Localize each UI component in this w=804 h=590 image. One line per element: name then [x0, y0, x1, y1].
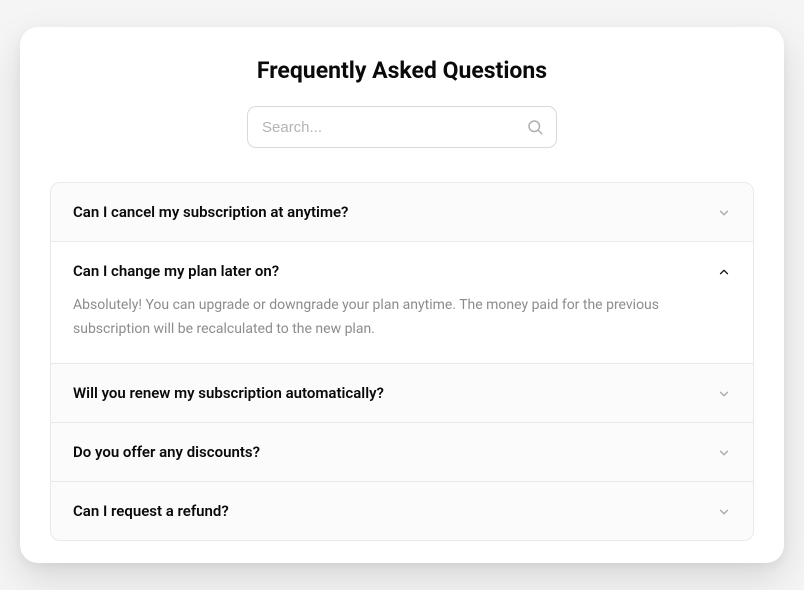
faq-item-header[interactable]: Can I request a refund?	[51, 482, 753, 540]
faq-accordion: Can I cancel my subscription at anytime?…	[50, 182, 754, 540]
chevron-down-icon	[717, 504, 731, 518]
faq-item-header[interactable]: Can I cancel my subscription at anytime?	[51, 183, 753, 241]
faq-item-header[interactable]: Can I change my plan later on?	[51, 242, 753, 294]
faq-answer: Absolutely! You can upgrade or downgrade…	[51, 294, 753, 362]
faq-question: Can I request a refund?	[73, 502, 229, 520]
chevron-down-icon	[717, 445, 731, 459]
chevron-up-icon	[717, 264, 731, 278]
faq-item-header[interactable]: Do you offer any discounts?	[51, 423, 753, 481]
faq-item: Can I cancel my subscription at anytime?	[51, 183, 753, 242]
chevron-down-icon	[717, 386, 731, 400]
page-title: Frequently Asked Questions	[50, 57, 754, 84]
faq-item: Can I request a refund?	[51, 482, 753, 540]
faq-item: Can I change my plan later on? Absolutel…	[51, 242, 753, 363]
faq-question: Will you renew my subscription automatic…	[73, 384, 384, 402]
faq-question: Can I change my plan later on?	[73, 262, 279, 280]
faq-item: Do you offer any discounts?	[51, 423, 753, 482]
search-input[interactable]	[247, 106, 557, 148]
faq-question: Can I cancel my subscription at anytime?	[73, 203, 348, 221]
search-box	[247, 106, 557, 148]
faq-question: Do you offer any discounts?	[73, 443, 260, 461]
faq-card: Frequently Asked Questions Can I cancel …	[20, 27, 784, 562]
faq-item-header[interactable]: Will you renew my subscription automatic…	[51, 364, 753, 422]
chevron-down-icon	[717, 205, 731, 219]
search-container	[50, 106, 754, 148]
faq-item: Will you renew my subscription automatic…	[51, 364, 753, 423]
